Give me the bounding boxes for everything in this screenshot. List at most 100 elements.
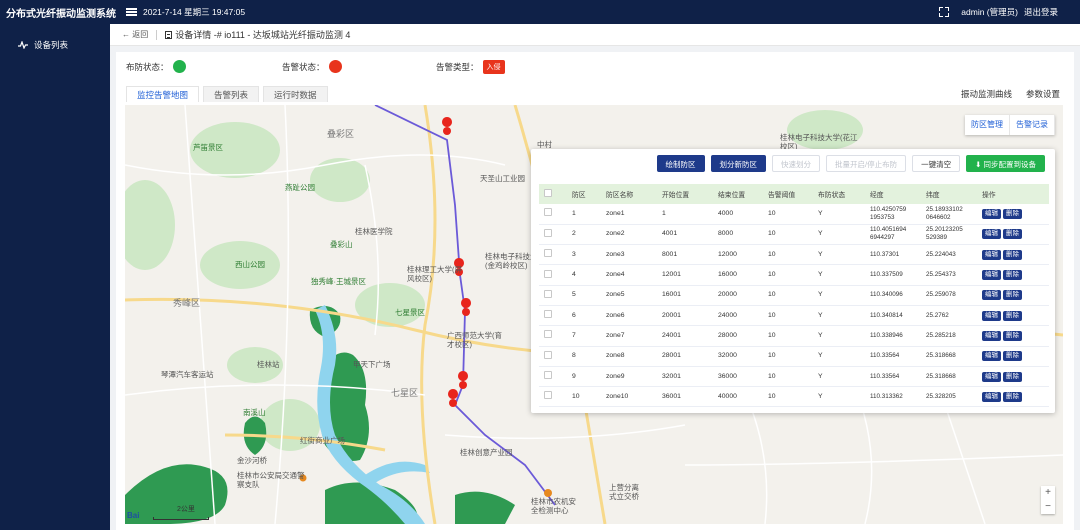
cell-name: zone8 <box>601 346 657 367</box>
zone-table: 防区 防区名称 开始位置 结束位置 告警阈值 布防状态 经度 纬度 操作 1 zo… <box>539 184 1049 408</box>
map-label: 叠彩山 <box>330 240 353 249</box>
row-checkbox[interactable] <box>544 289 552 298</box>
tab-alarm-list[interactable]: 告警列表 <box>203 86 260 102</box>
cell-lng: 110.338946 <box>865 325 921 347</box>
cell-lng: 110.33564 <box>865 366 921 388</box>
datetime: 2021-7-14 星期三 19:47:05 <box>143 7 246 17</box>
edit-button[interactable]: 编辑 <box>982 249 1001 260</box>
cell-threshold: 10 <box>763 204 813 225</box>
cell-name: zone9 <box>601 366 657 388</box>
cell-end: 40000 <box>713 386 763 408</box>
quick-split-button[interactable]: 快速划分 <box>772 155 821 172</box>
param-settings-link[interactable]: 参数设置 <box>1026 88 1060 100</box>
vibration-curve-link[interactable]: 振动监测曲线 <box>961 88 1012 100</box>
delete-button[interactable]: 删除 <box>1003 371 1022 382</box>
edit-button[interactable]: 编辑 <box>982 310 1001 321</box>
cell-end: 12000 <box>713 244 763 266</box>
row-checkbox[interactable] <box>544 249 552 258</box>
zone-table-body: 1 zone1 1 4000 10 Y 110.4250759 1953753 25.1893… <box>539 204 1049 408</box>
delete-button[interactable]: 删除 <box>1003 249 1022 260</box>
edit-button[interactable]: 编辑 <box>982 371 1001 382</box>
row-checkbox[interactable] <box>544 391 552 400</box>
cell-end: 8000 <box>713 224 763 246</box>
back-link[interactable]: ← 返回 <box>122 29 148 40</box>
table-row[interactable]: 4 zone4 12001 16000 10 Y 110.337509 25.254373 编辑… <box>539 264 1049 286</box>
sync-config-button[interactable]: ⬇ 同步配置到设备 <box>966 155 1045 172</box>
clear-all-button[interactable]: 一键清空 <box>912 155 961 172</box>
alarm-status-label: 告警状态： <box>282 61 325 72</box>
table-row[interactable]: 1 zone1 1 4000 10 Y 110.4250759 1953753 25.1893… <box>539 204 1049 225</box>
alarm-map[interactable]: 叠彩区 秀峰区 七星区 芦笛景区 桂林电子科技大学(花江校区) 天圣山工业园 桂… <box>125 105 1063 524</box>
delete-button[interactable]: 删除 <box>1003 330 1022 341</box>
map-label: 南溪山 <box>243 408 266 417</box>
app-title: 分布式光纤振动监测系统 <box>6 8 116 20</box>
map-label: 秀峰区 <box>173 298 201 308</box>
cell-lng: 110.37301 <box>865 244 921 266</box>
table-row[interactable]: 2 zone2 4001 8000 10 Y 110.4051694 6944297 25.2… <box>539 224 1049 246</box>
tab-monitor-map[interactable]: 监控告警地图 <box>126 86 200 102</box>
logout-link[interactable]: 退出登录 <box>1024 6 1058 18</box>
table-row[interactable]: 6 zone6 20001 24000 10 Y 110.340814 25.2762 编辑 删除 <box>539 305 1049 327</box>
cell-lat: 25.254373 <box>921 264 977 286</box>
table-row[interactable]: 9 zone9 32001 36000 10 Y 110.33564 25.318668 编辑删… <box>539 366 1049 388</box>
row-checkbox[interactable] <box>544 371 552 380</box>
delete-button[interactable]: 删除 <box>1003 290 1022 301</box>
delete-button[interactable]: 删除 <box>1003 270 1022 281</box>
cell-end: 4000 <box>713 204 763 225</box>
select-all-checkbox[interactable] <box>544 189 552 197</box>
delete-button[interactable]: 删除 <box>1003 310 1022 321</box>
delete-button[interactable]: 删除 <box>1003 229 1022 240</box>
edit-button[interactable]: 编辑 <box>982 290 1001 301</box>
split-zone-button[interactable]: 划分新防区 <box>710 155 767 172</box>
delete-button[interactable]: 删除 <box>1003 351 1022 362</box>
table-row[interactable]: 10 zone10 36001 40000 10 Y 110.313362 25.328205… <box>539 386 1049 408</box>
edit-button[interactable]: 编辑 <box>982 351 1001 362</box>
cell-name: zone2 <box>601 224 657 246</box>
edit-button[interactable]: 编辑 <box>982 270 1001 281</box>
edit-button[interactable]: 编辑 <box>982 391 1001 402</box>
delete-button[interactable]: 删除 <box>1003 391 1022 402</box>
cell-name: zone6 <box>601 305 657 327</box>
zoom-out-button[interactable]: − <box>1041 500 1055 514</box>
sidebar: 设备列表 <box>0 24 110 530</box>
draw-zone-button[interactable]: 绘制防区 <box>656 155 705 172</box>
cell-end: 36000 <box>713 366 763 388</box>
sidebar-item-device-list[interactable]: 设备列表 <box>0 24 110 66</box>
row-checkbox[interactable] <box>544 269 552 278</box>
edit-button[interactable]: 编辑 <box>982 330 1001 341</box>
tab-runtime-data[interactable]: 运行时数据 <box>263 86 328 102</box>
map-label: 七星区 <box>391 388 419 398</box>
cell-start: 4001 <box>657 224 713 246</box>
map-label: 红街商业广场 <box>300 436 345 445</box>
cell-armed: Y <box>813 305 865 327</box>
user-name[interactable]: admin (管理员) <box>961 6 1018 18</box>
menu-toggle-icon[interactable] <box>126 8 137 16</box>
table-row[interactable]: 8 zone8 28001 32000 10 Y 110.33564 25.318668 编辑删… <box>539 346 1049 367</box>
edit-button[interactable]: 编辑 <box>982 208 1001 219</box>
fullscreen-icon[interactable] <box>939 7 950 17</box>
alarm-status-indicator <box>328 60 342 73</box>
cell-lng: 110.340814 <box>865 305 921 327</box>
zoom-in-button[interactable]: + <box>1041 486 1055 500</box>
column-header: 操作 <box>977 184 1049 204</box>
delete-button[interactable]: 删除 <box>1003 208 1022 219</box>
cell-lat: 25.18933102 0646602 <box>921 204 977 225</box>
table-row[interactable]: 7 zone7 24001 28000 10 Y 110.338946 25.285218 编辑… <box>539 325 1049 347</box>
row-checkbox[interactable] <box>544 228 552 237</box>
cell-name: zone10 <box>601 386 657 408</box>
column-header: 经度 <box>865 184 921 204</box>
zoom-control: + − <box>1041 486 1055 514</box>
edit-button[interactable]: 编辑 <box>982 229 1001 240</box>
row-checkbox[interactable] <box>544 310 552 319</box>
batch-arm-button[interactable]: 批量开启/停止布防 <box>826 155 907 172</box>
table-row[interactable]: 5 zone5 16001 20000 10 Y 110.340096 25.259078 编辑… <box>539 285 1049 306</box>
row-checkbox[interactable] <box>544 350 552 359</box>
row-checkbox[interactable] <box>544 330 552 339</box>
row-checkbox[interactable] <box>544 208 552 217</box>
map-label: 甲天下广场 <box>353 360 391 369</box>
alarm-records-button[interactable]: 告警记录 <box>1010 115 1055 135</box>
zone-management-button[interactable]: 防区管理 <box>965 115 1010 135</box>
cell-id: 3 <box>567 244 601 266</box>
table-row[interactable]: 3 zone3 8001 12000 10 Y 110.37301 25.224043 编辑 删除 <box>539 244 1049 266</box>
cell-armed: Y <box>813 366 865 388</box>
